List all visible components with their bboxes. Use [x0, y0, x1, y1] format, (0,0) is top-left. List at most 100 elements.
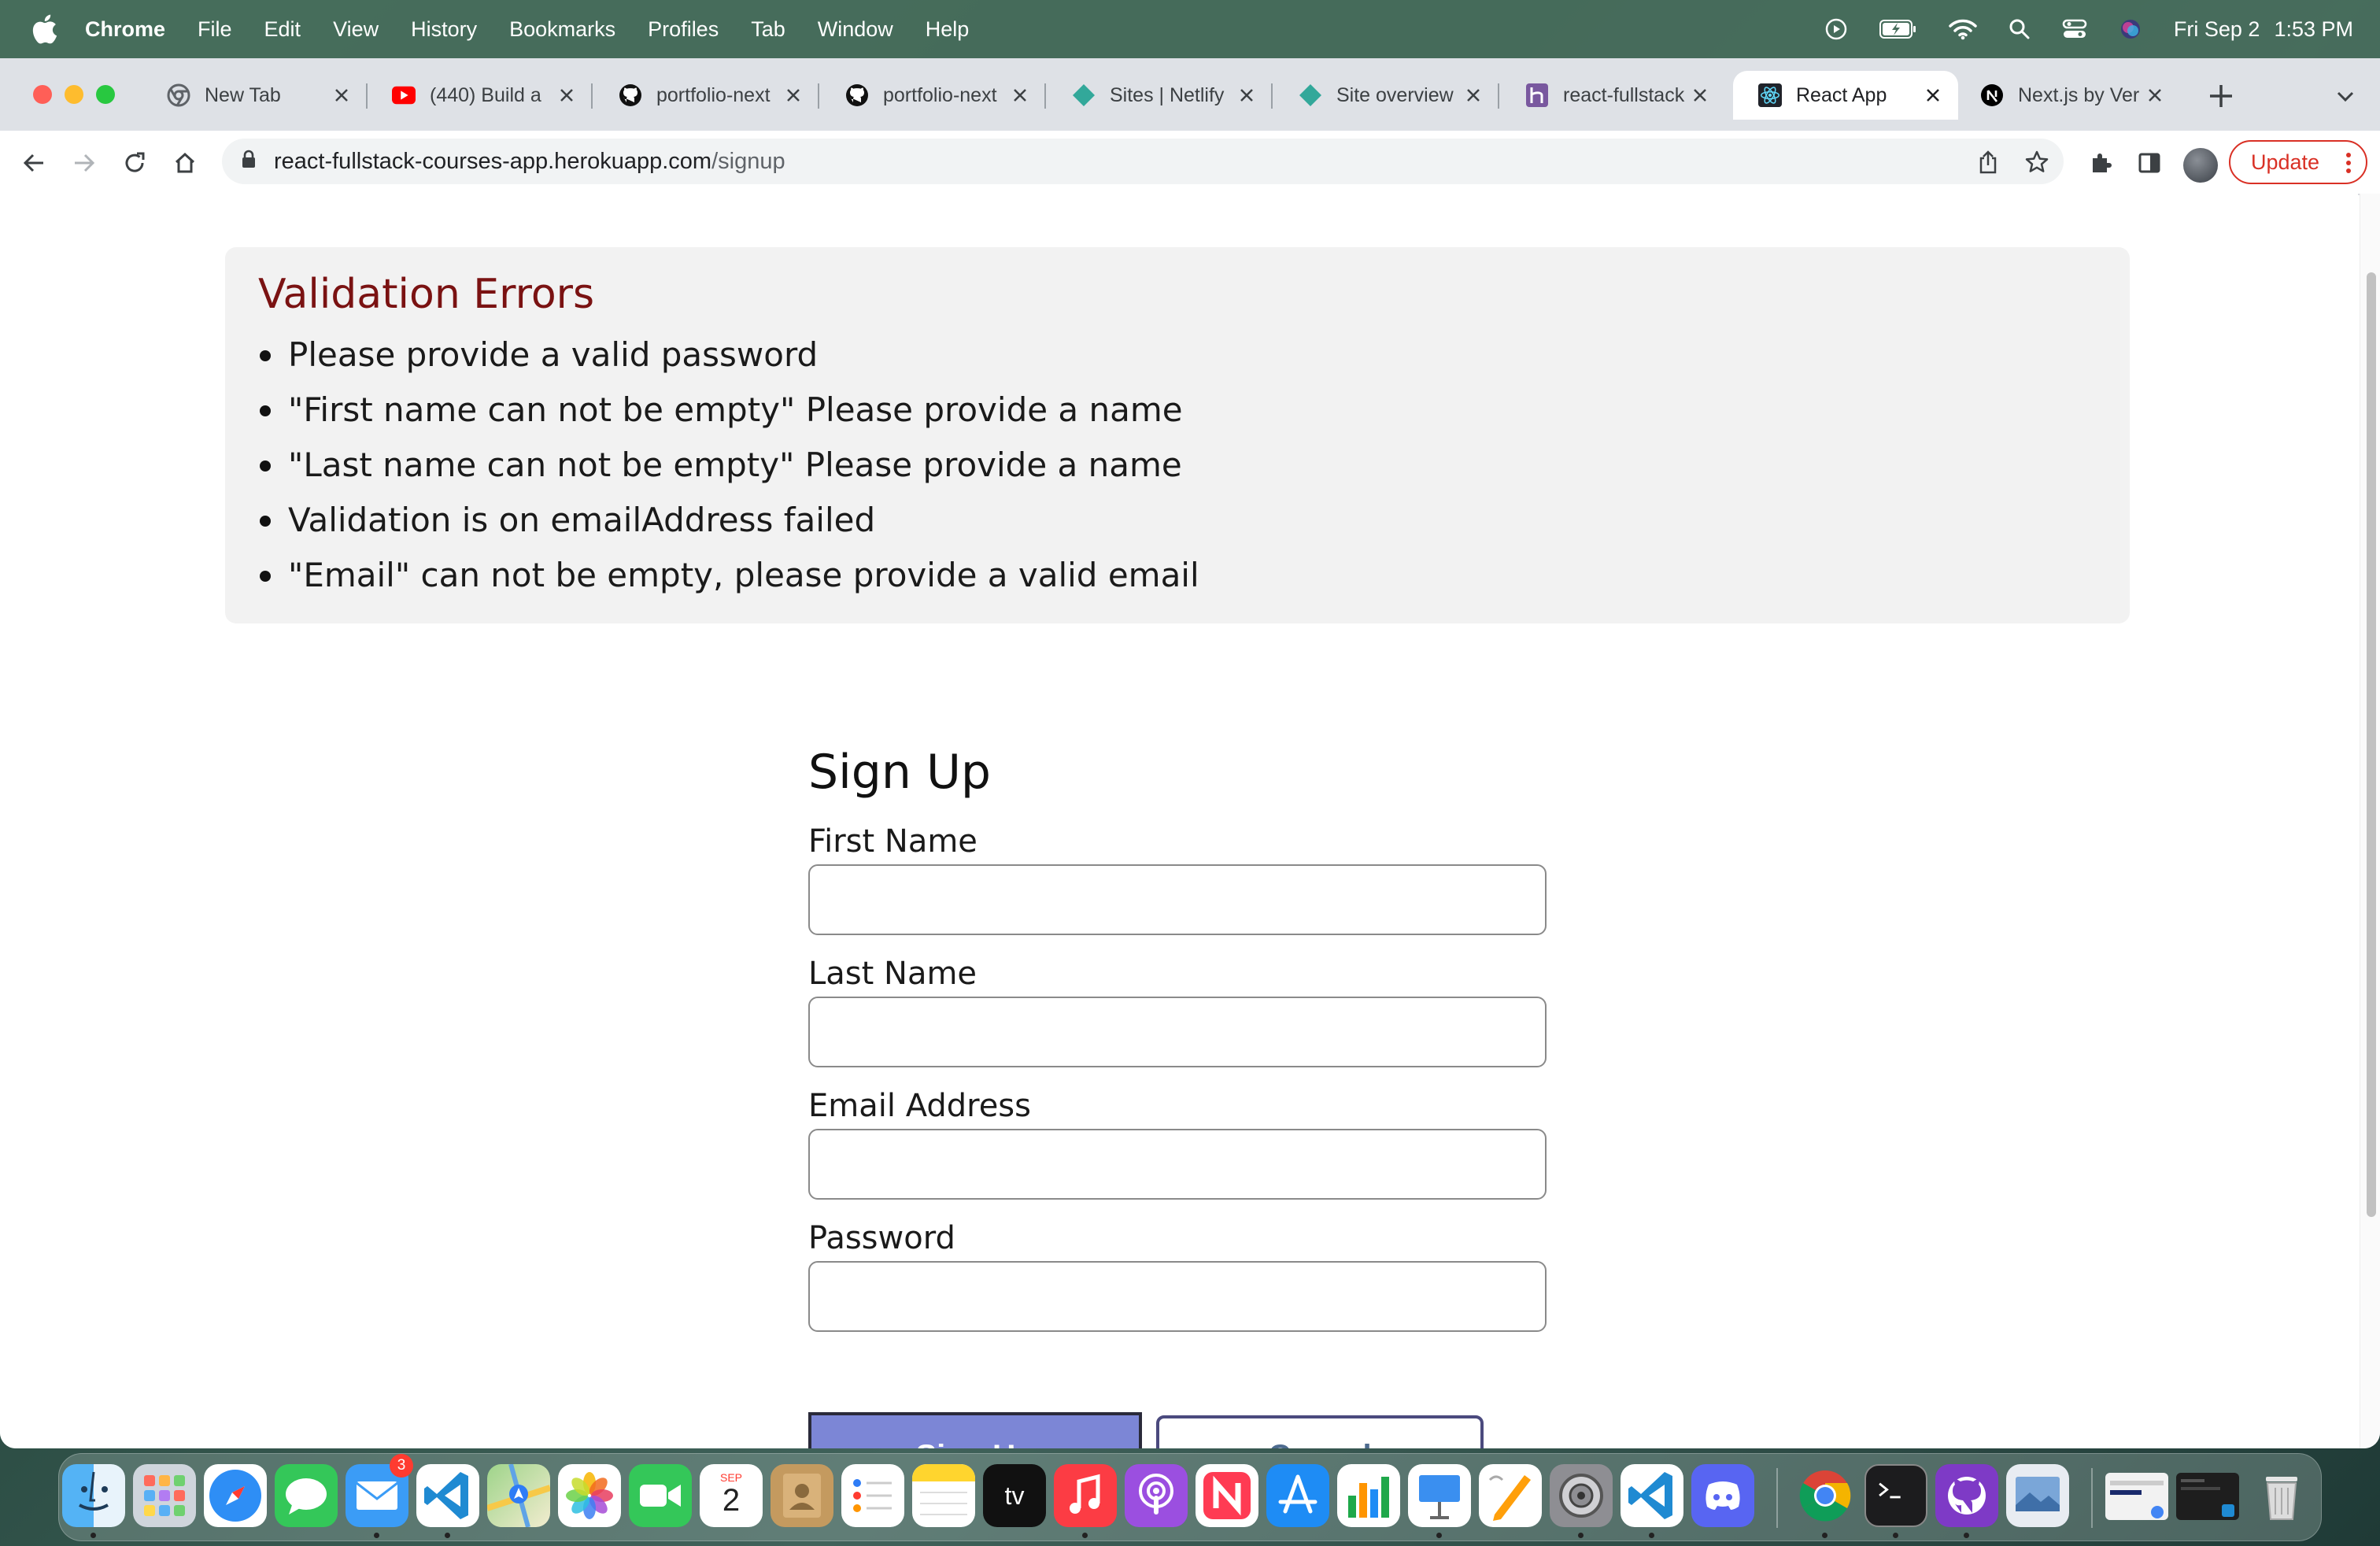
pages-icon[interactable] — [1479, 1464, 1542, 1527]
notes-icon[interactable] — [912, 1464, 975, 1527]
close-tab-icon[interactable] — [782, 84, 804, 106]
app-store-icon[interactable] — [1266, 1464, 1329, 1527]
news-icon[interactable] — [1196, 1464, 1258, 1527]
messages-icon[interactable] — [275, 1464, 338, 1527]
tab-heroku[interactable]: react-fullstack — [1500, 71, 1725, 120]
tab-netlify-overview[interactable]: Site overview — [1273, 71, 1499, 120]
tab-youtube[interactable]: (440) Build a — [367, 71, 593, 120]
launchpad-icon[interactable] — [133, 1464, 196, 1527]
apple-menu-icon[interactable] — [30, 13, 58, 45]
facetime-icon[interactable] — [629, 1464, 692, 1527]
close-tab-icon[interactable] — [1009, 84, 1031, 106]
battery-icon[interactable] — [1879, 19, 1917, 39]
password-input[interactable] — [808, 1261, 1547, 1332]
close-tab-icon[interactable] — [331, 84, 353, 106]
spotlight-search-icon[interactable] — [2009, 18, 2031, 40]
first-name-input[interactable] — [808, 864, 1547, 935]
tab-new-tab[interactable]: New Tab — [142, 71, 368, 120]
menu-edit[interactable]: Edit — [264, 17, 301, 42]
vscode-icon[interactable] — [416, 1464, 479, 1527]
recent-window-thumbnail[interactable] — [2105, 1473, 2168, 1520]
reload-icon[interactable] — [118, 146, 151, 179]
address-bar[interactable]: react-fullstack-courses-app.herokuapp.co… — [222, 139, 2064, 184]
tab-react-app[interactable]: React App — [1733, 71, 1958, 120]
menu-app-name[interactable]: Chrome — [85, 17, 165, 42]
menu-bookmarks[interactable]: Bookmarks — [509, 17, 615, 42]
close-tab-icon[interactable] — [2144, 84, 2166, 106]
wifi-icon[interactable] — [1949, 18, 1977, 40]
validation-error-item: "First name can not be empty" Please pro… — [255, 383, 1199, 438]
contacts-icon[interactable] — [771, 1464, 833, 1527]
side-panel-icon[interactable] — [2133, 146, 2166, 179]
running-indicator — [445, 1533, 450, 1538]
system-preferences-icon[interactable] — [1550, 1464, 1613, 1527]
reminders-icon[interactable] — [841, 1464, 904, 1527]
maps-icon[interactable] — [487, 1464, 550, 1527]
calendar-icon[interactable]: SEP 2 — [700, 1464, 763, 1527]
close-window-button[interactable] — [33, 85, 52, 104]
bullet — [260, 516, 271, 527]
discord-icon[interactable] — [1691, 1464, 1754, 1527]
tab-divider — [818, 83, 819, 109]
forward-arrow-icon[interactable] — [68, 146, 101, 179]
apple-tv-icon[interactable]: tv — [983, 1464, 1046, 1527]
numbers-icon[interactable] — [1337, 1464, 1400, 1527]
music-icon[interactable] — [1054, 1464, 1117, 1527]
tab-title: portfolio-next — [656, 83, 771, 106]
recent-window-thumbnail[interactable] — [2176, 1473, 2239, 1520]
vscode-icon[interactable] — [1621, 1464, 1683, 1527]
extensions-puzzle-icon[interactable] — [2084, 146, 2117, 179]
lock-icon[interactable] — [241, 149, 257, 175]
scrollbar-thumb[interactable] — [2367, 272, 2376, 1217]
preview-icon[interactable] — [2006, 1464, 2069, 1527]
close-tab-icon[interactable] — [1689, 84, 1711, 106]
google-chrome-icon[interactable] — [1794, 1464, 1857, 1527]
terminal-icon[interactable] — [1864, 1464, 1927, 1527]
tab-github-portfolio[interactable]: portfolio-next — [593, 71, 819, 120]
menu-file[interactable]: File — [198, 17, 232, 42]
screen-recording-icon[interactable] — [1824, 17, 1848, 41]
keynote-icon[interactable] — [1408, 1464, 1471, 1527]
siri-icon[interactable] — [2119, 17, 2142, 41]
menu-window[interactable]: Window — [818, 17, 893, 42]
menubar-date[interactable]: Fri Sep 2 — [2174, 17, 2260, 42]
zoom-window-button[interactable] — [96, 85, 115, 104]
menu-history[interactable]: History — [411, 17, 477, 42]
bullet — [260, 350, 271, 361]
back-arrow-icon[interactable] — [17, 146, 50, 179]
page-scrollbar[interactable] — [2360, 194, 2380, 1448]
new-tab-plus-icon[interactable] — [2205, 80, 2237, 112]
sign-up-button[interactable]: Sign Up — [808, 1412, 1142, 1448]
finder-icon[interactable] — [62, 1464, 125, 1527]
home-icon[interactable] — [168, 146, 201, 179]
menu-view[interactable]: View — [333, 17, 379, 42]
tab-divider — [591, 83, 593, 109]
trash-icon[interactable] — [2250, 1464, 2313, 1527]
close-tab-icon[interactable] — [1236, 84, 1258, 106]
bookmark-star-icon[interactable] — [2021, 146, 2053, 178]
menubar-time[interactable]: 1:53 PM — [2274, 17, 2353, 42]
share-icon[interactable] — [1972, 146, 2004, 178]
menu-tab[interactable]: Tab — [751, 17, 785, 42]
cancel-button[interactable]: Cancel — [1156, 1415, 1484, 1448]
podcasts-icon[interactable] — [1125, 1464, 1188, 1527]
last-name-input[interactable] — [808, 997, 1547, 1067]
photos-icon[interactable] — [558, 1464, 621, 1527]
close-tab-icon[interactable] — [1922, 84, 1944, 106]
update-button[interactable]: Update — [2229, 140, 2367, 184]
github-desktop-icon[interactable] — [1935, 1464, 1998, 1527]
close-tab-icon[interactable] — [1462, 84, 1484, 106]
tab-github-portfolio-2[interactable]: portfolio-next — [820, 71, 1046, 120]
safari-icon[interactable] — [204, 1464, 267, 1527]
tab-search-chevron-icon[interactable] — [2331, 82, 2360, 110]
more-vert-icon[interactable] — [2345, 151, 2352, 180]
control-center-icon[interactable] — [2062, 18, 2087, 40]
profile-avatar[interactable] — [2183, 148, 2218, 183]
tab-nextjs[interactable]: Next.js by Ver — [1955, 71, 2180, 120]
tab-netlify-sites[interactable]: Sites | Netlify — [1047, 71, 1273, 120]
minimize-window-button[interactable] — [65, 85, 83, 104]
menu-profiles[interactable]: Profiles — [648, 17, 719, 42]
close-tab-icon[interactable] — [556, 84, 578, 106]
menu-help[interactable]: Help — [926, 17, 970, 42]
email-address-input[interactable] — [808, 1129, 1547, 1200]
